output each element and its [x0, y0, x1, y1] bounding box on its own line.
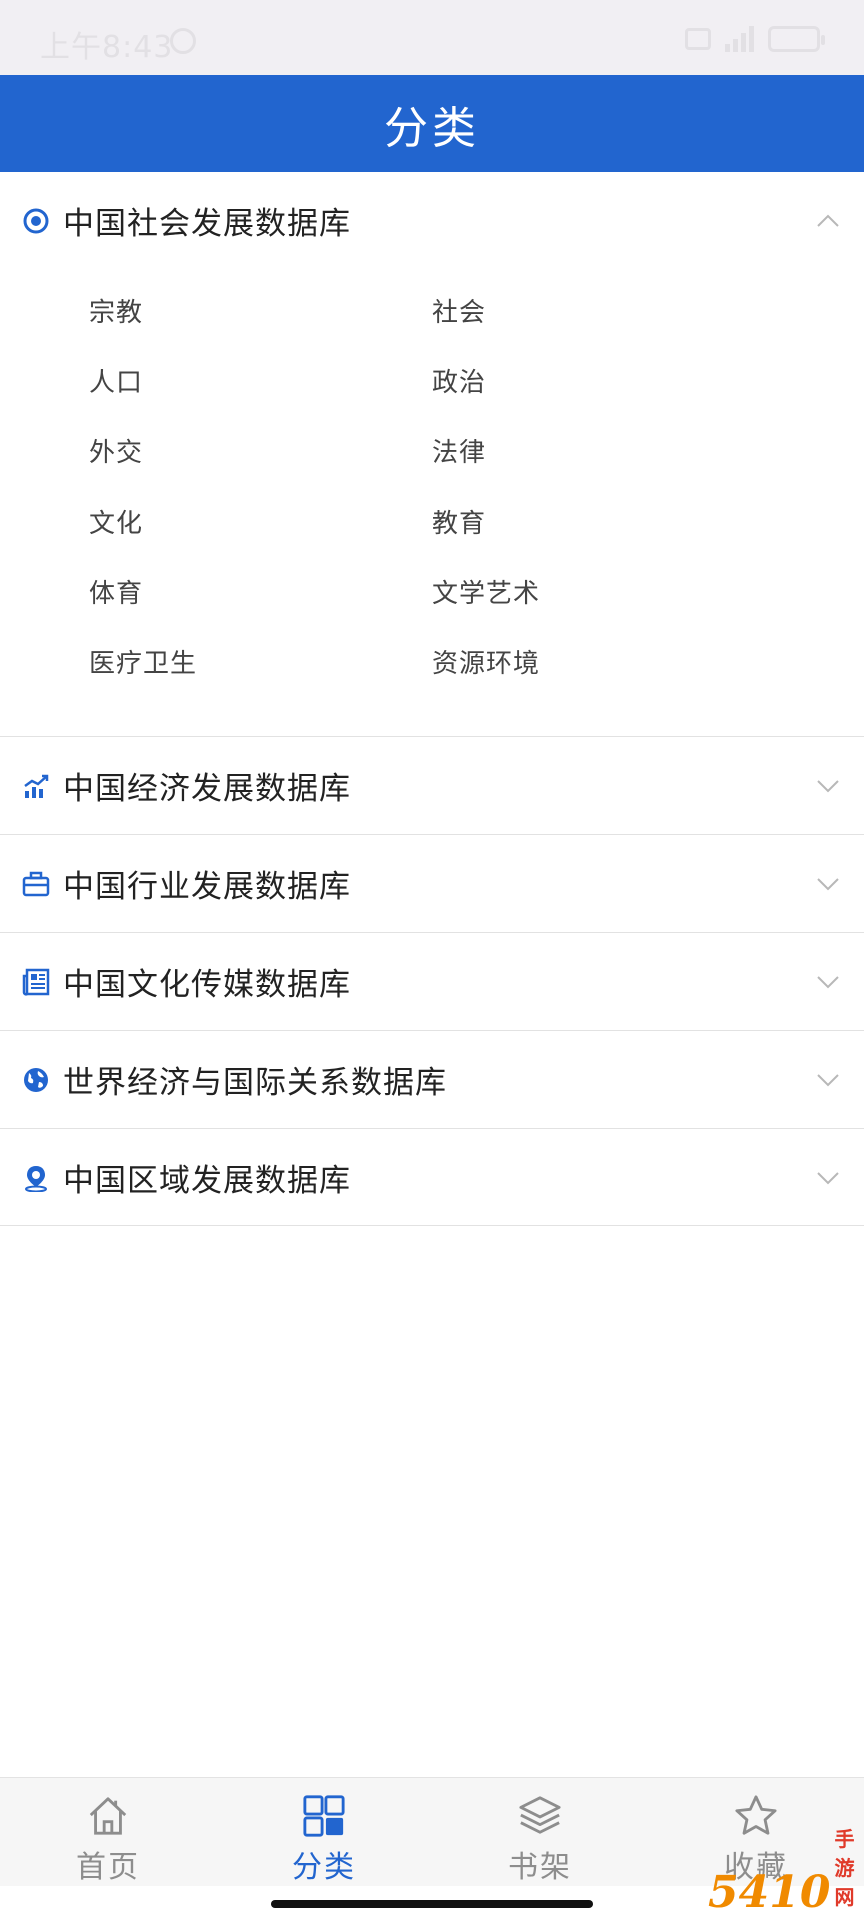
newspaper-icon [22, 968, 50, 996]
chevron-down-icon[interactable] [814, 772, 842, 800]
subcategory-item[interactable]: 政治 [432, 362, 486, 399]
briefcase-icon [22, 870, 50, 898]
layers-icon [519, 1796, 561, 1834]
category-title: 中国行业发展数据库 [63, 869, 351, 905]
tab-home[interactable]: 首页 [0, 1778, 216, 1886]
watermark-text: 手游网 [834, 1827, 855, 1909]
category-title: 世界经济与国际关系数据库 [63, 1065, 447, 1101]
watermark-logo: 5410 手游网 [708, 1827, 858, 1918]
home-indicator [271, 1900, 593, 1908]
subcategory-item[interactable]: 宗教 [89, 292, 143, 329]
subcategory-item[interactable]: 资源环境 [432, 643, 540, 680]
category-culture-media[interactable]: 中国文化传媒数据库 [0, 933, 864, 1030]
status-bar: 上午8:43 [0, 0, 864, 75]
tab-category[interactable]: 分类 [216, 1778, 432, 1886]
subcategory-item[interactable]: 外交 [89, 432, 143, 469]
category-world-economy[interactable]: 世界经济与国际关系数据库 [0, 1031, 864, 1128]
category-title: 中国经济发展数据库 [63, 771, 351, 807]
star-icon [735, 1795, 777, 1835]
subcategory-item[interactable]: 社会 [432, 292, 486, 329]
subcategory-item[interactable]: 人口 [89, 362, 143, 399]
nfc-icon [685, 28, 711, 50]
globe-icon [22, 1066, 50, 1094]
page-title: 分类 [0, 75, 864, 172]
home-icon [89, 1797, 127, 1835]
category-social-development[interactable]: 中国社会发展数据库 [0, 172, 864, 269]
subcategory-item[interactable]: 文学艺术 [432, 573, 540, 610]
chevron-down-icon[interactable] [814, 968, 842, 996]
target-icon [22, 207, 50, 235]
alarm-icon [170, 28, 196, 54]
status-time: 上午8:43 [40, 30, 174, 65]
status-indicators [685, 26, 825, 52]
subcategory-item[interactable]: 法律 [432, 432, 486, 469]
tab-label: 首页 [76, 1850, 140, 1885]
chevron-down-icon[interactable] [814, 1066, 842, 1094]
battery-icon [768, 26, 825, 52]
subcategory-item[interactable]: 体育 [89, 573, 143, 610]
category-industry-development[interactable]: 中国行业发展数据库 [0, 835, 864, 932]
location-pin-icon [22, 1164, 50, 1192]
signal-icon [725, 26, 754, 52]
watermark-number: 5410 [708, 1867, 831, 1918]
chart-trend-icon [22, 772, 50, 800]
divider [0, 1225, 864, 1226]
chevron-down-icon[interactable] [814, 870, 842, 898]
grid-icon [303, 1795, 345, 1837]
subcategory-item[interactable]: 文化 [89, 503, 143, 540]
chevron-down-icon[interactable] [814, 1164, 842, 1192]
subcategory-item[interactable]: 教育 [432, 503, 486, 540]
subcategory-item[interactable]: 医疗卫生 [89, 643, 197, 680]
category-title: 中国社会发展数据库 [63, 206, 351, 242]
tab-label: 分类 [292, 1850, 356, 1885]
category-title: 中国文化传媒数据库 [63, 967, 351, 1003]
category-regional-development[interactable]: 中国区域发展数据库 [0, 1129, 864, 1226]
chevron-up-icon[interactable] [814, 207, 842, 235]
tab-label: 书架 [508, 1850, 572, 1885]
category-economic-development[interactable]: 中国经济发展数据库 [0, 737, 864, 834]
category-title: 中国区域发展数据库 [63, 1163, 351, 1199]
tab-bookshelf[interactable]: 书架 [432, 1778, 648, 1886]
